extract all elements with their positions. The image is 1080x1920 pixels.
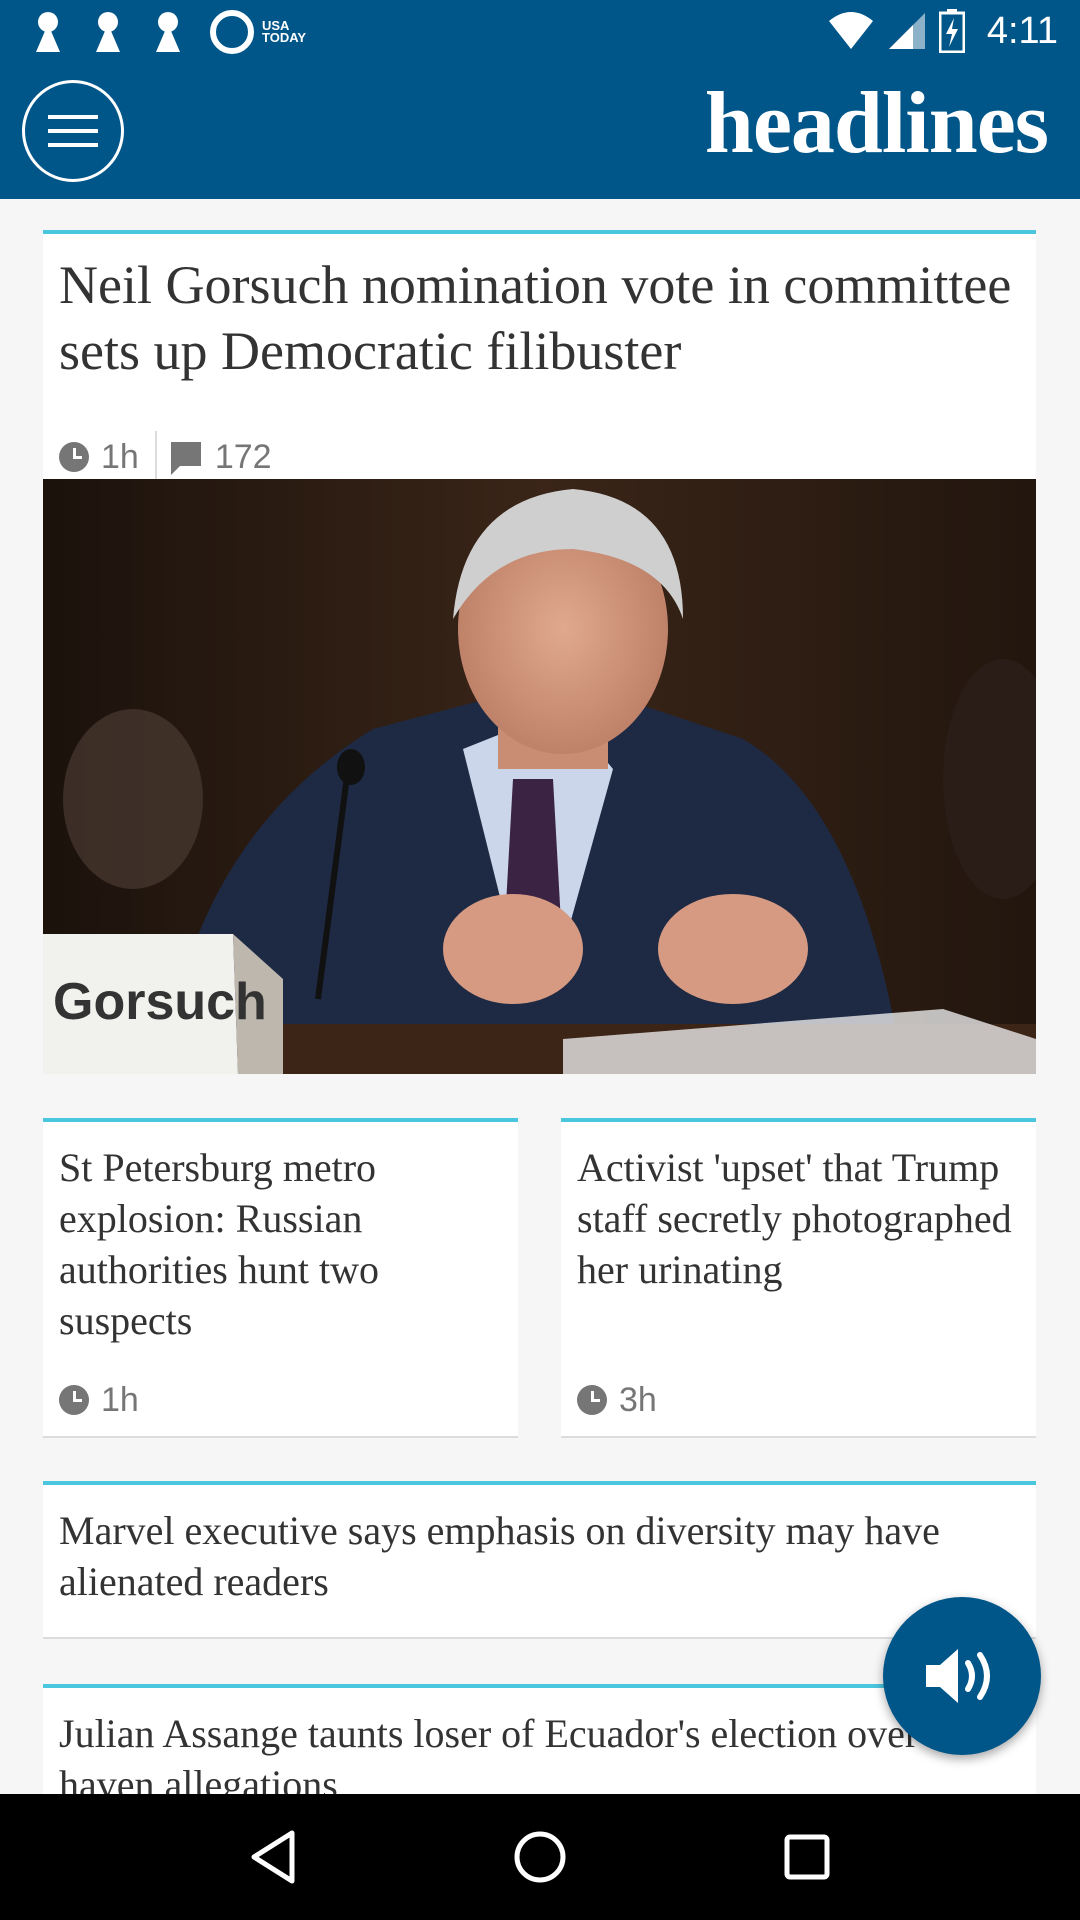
article-age: 1h <box>101 1380 139 1419</box>
article-meta: 1h 172 <box>59 428 272 486</box>
article-card-main[interactable]: Neil Gorsuch nomination vote in committe… <box>43 230 1036 1074</box>
article-photo[interactable]: Gorsuch <box>43 479 1036 1074</box>
article-photo-image: Gorsuch <box>43 479 1036 1074</box>
placard-text: Gorsuch <box>53 973 267 1031</box>
home-icon <box>514 1831 566 1883</box>
clock-icon <box>59 1385 89 1415</box>
menu-button[interactable] <box>22 80 124 182</box>
speaker-icon <box>926 1649 990 1703</box>
page-title: headlines <box>704 75 1049 172</box>
status-bar: USA TODAY 4:11 <box>0 0 1080 63</box>
article-age: 3h <box>619 1380 657 1419</box>
keyhole-icon <box>150 10 186 54</box>
system-status: 4:11 <box>827 6 1058 56</box>
app-bar: headlines <box>0 63 1080 199</box>
home-button[interactable] <box>505 1822 575 1892</box>
battery-charging-icon <box>938 9 965 53</box>
system-nav-bar <box>0 1794 1080 1920</box>
article-headline[interactable]: Marvel executive says emphasis on divers… <box>59 1505 1019 1607</box>
hamburger-menu-icon <box>48 129 98 133</box>
clock-time: 4:11 <box>986 9 1058 52</box>
article-headline[interactable]: St Petersburg metro explosion: Russian a… <box>59 1142 499 1346</box>
usa-today-label: USA TODAY <box>262 19 307 45</box>
clock-icon <box>577 1385 607 1415</box>
clock-icon <box>59 442 89 472</box>
recents-button[interactable] <box>772 1822 842 1892</box>
back-button[interactable] <box>238 1822 308 1892</box>
keyhole-icon <box>30 10 66 54</box>
article-meta: 3h <box>577 1378 657 1422</box>
hamburger-menu-icon <box>48 115 98 119</box>
usa-today-label-line2: TODAY <box>262 30 307 45</box>
article-meta: 1h <box>59 1378 139 1422</box>
article-card-wide[interactable]: Marvel executive says emphasis on divers… <box>43 1481 1036 1639</box>
comment-icon <box>170 442 201 475</box>
recents-icon <box>784 1834 830 1880</box>
back-icon <box>251 1830 295 1884</box>
article-card-right[interactable]: Activist 'upset' that Trump staff secret… <box>561 1118 1036 1438</box>
comment-count: 172 <box>214 437 272 476</box>
article-headline[interactable]: Neil Gorsuch nomination vote in committe… <box>59 252 1019 384</box>
cell-signal-icon <box>888 13 925 49</box>
audio-button[interactable] <box>883 1597 1041 1755</box>
article-age: 1h <box>101 437 139 476</box>
notification-icons: USA TODAY <box>30 8 306 56</box>
article-card-left[interactable]: St Petersburg metro explosion: Russian a… <box>43 1118 518 1438</box>
usa-today-icon: USA TODAY <box>210 10 306 54</box>
article-headline[interactable]: Activist 'upset' that Trump staff secret… <box>577 1142 1017 1295</box>
hamburger-menu-icon <box>48 143 98 147</box>
usa-today-logo <box>210 10 254 54</box>
keyhole-icon <box>90 10 126 54</box>
meta-divider <box>154 431 157 483</box>
wifi-icon <box>828 12 873 49</box>
